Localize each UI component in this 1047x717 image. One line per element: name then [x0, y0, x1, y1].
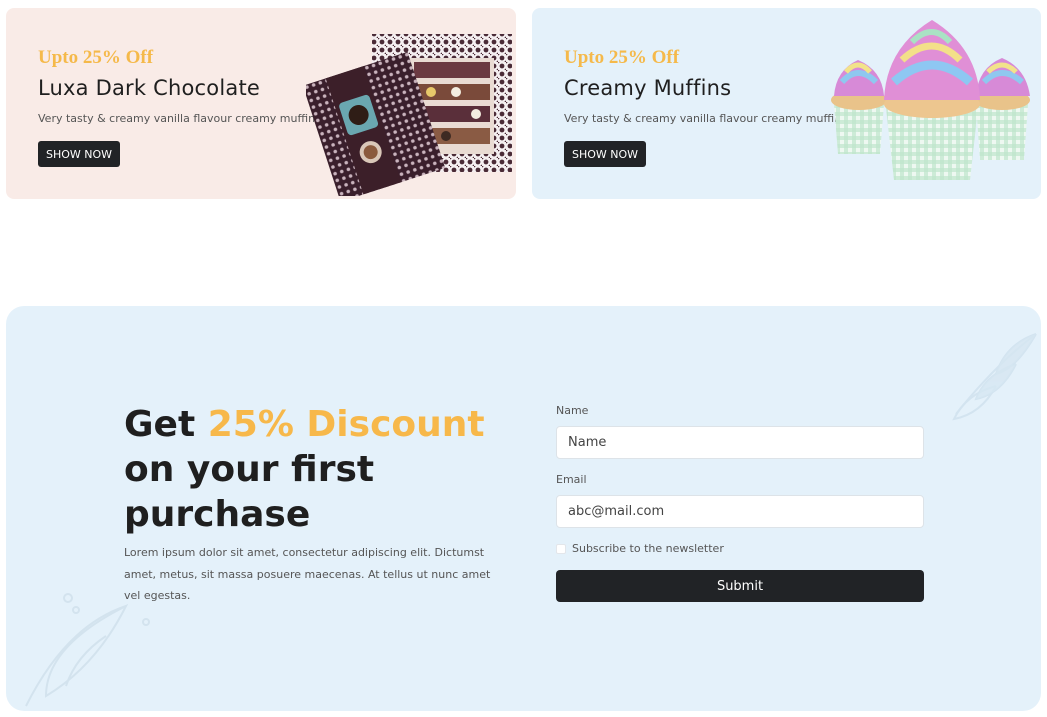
headline-accent: 25% Discount — [207, 404, 485, 445]
discount-section: Get 25% Discount on your first purchase … — [6, 306, 1041, 711]
promo-description: Very tasty & creamy vanilla flavour crea… — [38, 112, 325, 125]
discount-headline: Get 25% Discount on your first purchase — [124, 402, 504, 537]
subscribe-row: Subscribe to the newsletter — [556, 542, 924, 555]
chocolate-box-image — [306, 34, 512, 196]
email-input[interactable] — [556, 495, 924, 528]
name-label: Name — [556, 404, 589, 417]
newsletter-form: Name Email Subscribe to the newsletter S… — [556, 404, 924, 602]
subscribe-checkbox[interactable] — [556, 543, 566, 554]
promo-card-chocolate: Upto 25% Off Luxa Dark Chocolate Very ta… — [6, 8, 516, 199]
promo-kicker: Upto 25% Off — [38, 47, 154, 68]
promo-kicker: Upto 25% Off — [564, 47, 680, 68]
discount-description: Lorem ipsum dolor sit amet, consectetur … — [124, 546, 491, 602]
headline-suffix: on your first purchase — [124, 449, 375, 535]
submit-button[interactable]: Submit — [556, 570, 924, 602]
promo-title: Creamy Muffins — [564, 76, 732, 100]
promo-description: Very tasty & creamy vanilla flavour crea… — [564, 112, 851, 125]
promo-card-muffins: Upto 25% Off Creamy Muffins Very tasty &… — [532, 8, 1041, 199]
show-now-button[interactable]: SHOW NOW — [38, 141, 120, 167]
page: Upto 25% Off Luxa Dark Chocolate Very ta… — [0, 0, 1047, 717]
headline-prefix: Get — [124, 404, 208, 445]
subscribe-label: Subscribe to the newsletter — [572, 542, 724, 555]
name-input[interactable] — [556, 426, 924, 459]
cupcakes-image — [831, 20, 1030, 180]
show-now-button[interactable]: SHOW NOW — [564, 141, 646, 167]
promo-title: Luxa Dark Chocolate — [38, 76, 260, 100]
email-label: Email — [556, 473, 587, 486]
leaf-decoration-icon — [952, 333, 1037, 421]
